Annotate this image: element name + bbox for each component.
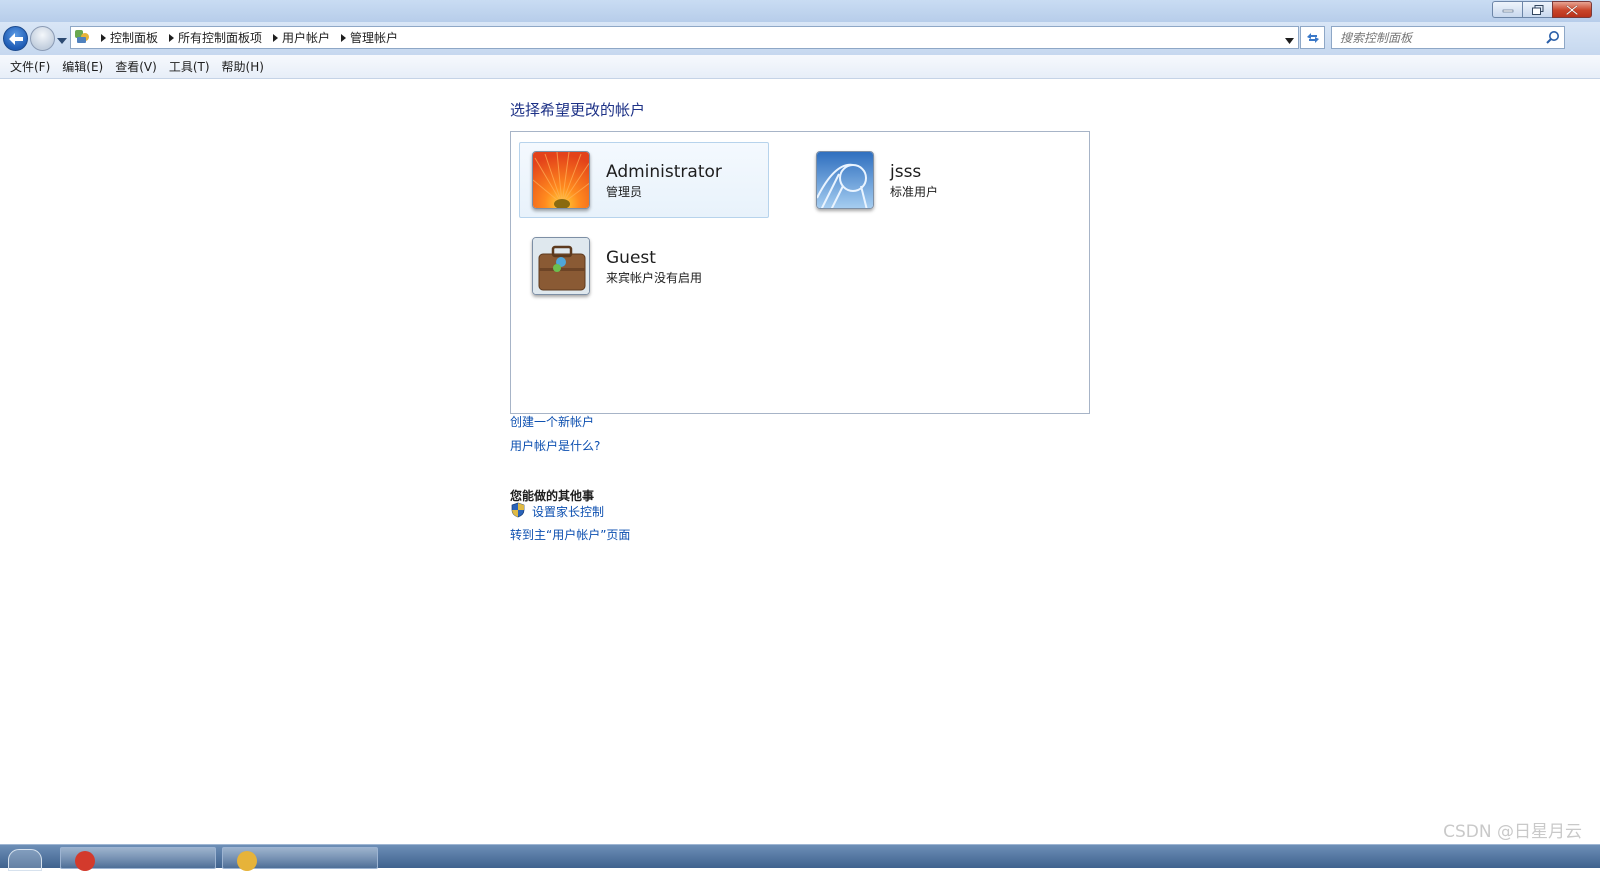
back-button[interactable]	[3, 26, 28, 51]
taskbar-app-button[interactable]	[222, 847, 378, 871]
search-box[interactable]	[1331, 26, 1565, 49]
menu-edit[interactable]: 编辑(E)	[56, 58, 109, 75]
account-tile-administrator[interactable]: Administrator 管理员	[519, 142, 769, 218]
search-input[interactable]	[1340, 27, 1540, 48]
account-role: 管理员	[606, 185, 643, 199]
menu-file[interactable]: 文件(F)	[4, 58, 56, 75]
arrow-left-icon	[8, 32, 23, 45]
breadcrumb-user-accounts[interactable]: 用户帐户	[282, 27, 336, 48]
restore-button[interactable]	[1522, 1, 1552, 18]
account-name: Administrator	[606, 162, 722, 182]
main-content: 选择希望更改的帐户 Administrator 管理员 jsss 标准用户 Gu…	[0, 80, 1600, 844]
roller-coaster-icon	[816, 151, 874, 209]
address-field[interactable]: 控制面板 所有控制面板项 用户帐户 管理帐户	[70, 26, 1299, 49]
suitcase-icon	[532, 237, 590, 295]
chevron-down-icon	[1285, 38, 1294, 44]
breadcrumb-manage-accounts[interactable]: 管理帐户	[350, 27, 404, 48]
taskbar-app-button[interactable]	[60, 847, 216, 871]
goto-user-accounts-link[interactable]: 转到主“用户帐户”页面	[510, 526, 630, 543]
history-dropdown-button[interactable]	[57, 33, 67, 47]
restore-icon	[1531, 4, 1543, 15]
page-title: 选择希望更改的帐户	[510, 101, 646, 119]
minimize-button[interactable]	[1492, 1, 1522, 18]
folder-icon	[237, 851, 257, 871]
create-account-link[interactable]: 创建一个新帐户	[510, 413, 594, 430]
app-icon	[75, 851, 95, 871]
account-name: Guest	[606, 248, 656, 268]
watermark: CSDN @日星月云	[1443, 822, 1582, 842]
chevron-down-icon	[57, 38, 67, 44]
orange-flower-icon	[532, 151, 590, 209]
account-tile-jsss[interactable]: jsss 标准用户	[803, 142, 1053, 218]
address-dropdown-button[interactable]	[1285, 33, 1294, 47]
breadcrumb-control-panel[interactable]: 控制面板	[110, 27, 164, 48]
shield-icon	[510, 502, 526, 521]
breadcrumb-separator-icon[interactable]	[268, 33, 282, 42]
what-is-account-link[interactable]: 用户帐户是什么?	[510, 437, 600, 454]
title-bar	[0, 0, 1600, 22]
breadcrumb-separator-icon[interactable]	[96, 33, 110, 42]
menu-bar: 文件(F) 编辑(E) 查看(V) 工具(T) 帮助(H)	[0, 55, 1600, 79]
account-name: jsss	[890, 162, 922, 182]
menu-view[interactable]: 查看(V)	[109, 58, 163, 75]
breadcrumb-separator-icon[interactable]	[164, 33, 178, 42]
breadcrumb-separator-icon[interactable]	[336, 33, 350, 42]
breadcrumb-all-items[interactable]: 所有控制面板项	[178, 27, 268, 48]
account-role: 标准用户	[890, 185, 939, 199]
parental-controls-link[interactable]: 设置家长控制	[532, 503, 604, 520]
menu-help[interactable]: 帮助(H)	[216, 58, 270, 75]
taskbar	[0, 844, 1600, 871]
search-icon[interactable]	[1546, 30, 1560, 47]
account-role: 来宾帐户没有启用	[606, 271, 703, 285]
close-icon	[1566, 4, 1578, 15]
account-tile-guest[interactable]: Guest 来宾帐户没有启用	[519, 228, 769, 304]
refresh-icon	[1306, 32, 1319, 43]
address-toolbar: 控制面板 所有控制面板项 用户帐户 管理帐户	[0, 22, 1600, 55]
close-button[interactable]	[1552, 1, 1592, 18]
window-controls	[1492, 1, 1592, 18]
refresh-button[interactable]	[1300, 26, 1325, 49]
forward-button[interactable]	[30, 26, 55, 51]
minimize-icon	[1502, 9, 1513, 12]
account-list: Administrator 管理员 jsss 标准用户 Guest 来宾帐户没有…	[510, 131, 1090, 414]
control-panel-icon	[74, 28, 90, 47]
menu-tools[interactable]: 工具(T)	[163, 58, 216, 75]
